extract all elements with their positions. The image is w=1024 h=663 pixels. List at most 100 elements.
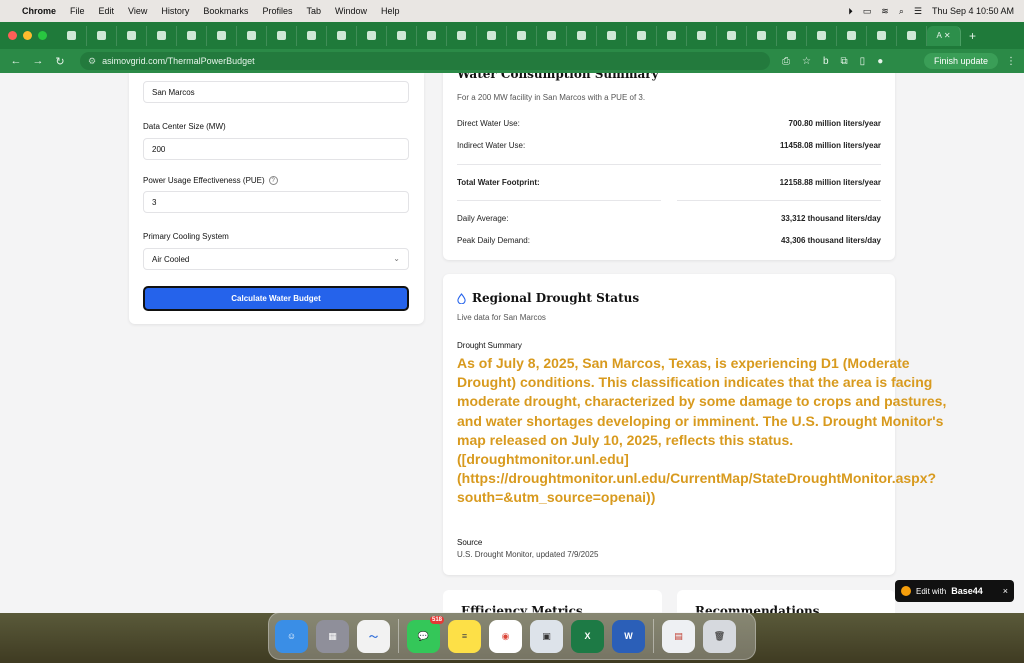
menu-history[interactable]: History — [161, 6, 189, 16]
clock[interactable]: Thu Sep 4 10:50 AM — [932, 6, 1014, 16]
extensions-icon[interactable]: ⧉ — [841, 56, 848, 67]
close-window-icon[interactable] — [8, 31, 17, 40]
browser-tab[interactable] — [237, 25, 267, 46]
browser-tab[interactable] — [897, 25, 927, 46]
excel-icon[interactable]: X — [571, 619, 604, 653]
install-icon[interactable]: ⎙ — [782, 56, 790, 67]
menu-bookmarks[interactable]: Bookmarks — [203, 6, 248, 16]
control-center-icon[interactable]: ☰ — [914, 6, 922, 17]
browser-tab[interactable] — [657, 25, 687, 46]
chrome-icon[interactable]: ◉ — [489, 619, 522, 653]
tab-favicon-icon — [757, 31, 766, 40]
tab-favicon-icon — [607, 31, 616, 40]
tab-favicon-icon — [307, 31, 316, 40]
tab-favicon-icon — [637, 31, 646, 40]
browser-tab[interactable] — [357, 25, 387, 46]
water-drop-icon — [457, 293, 466, 304]
menu-profiles[interactable]: Profiles — [262, 6, 292, 16]
play-icon[interactable]: ⏵ — [848, 6, 853, 17]
browser-tab[interactable] — [477, 25, 507, 46]
messages-badge: 518 — [429, 615, 444, 624]
browser-tab[interactable] — [147, 25, 177, 46]
tab-favicon-icon — [727, 31, 736, 40]
forward-icon[interactable]: → — [30, 55, 46, 67]
notes-icon[interactable]: ≡ — [448, 619, 481, 653]
messages-icon[interactable]: 💬 518 — [407, 615, 444, 653]
input-form-card: San Marcos Data Center Size (MW) 200 Pow… — [129, 73, 424, 324]
browser-tab[interactable] — [747, 25, 777, 46]
browser-tab[interactable] — [507, 25, 537, 46]
drought-title: Regional Drought Status — [472, 291, 640, 305]
more-menu-icon[interactable]: ⋮ — [1006, 56, 1016, 67]
browser-tab[interactable] — [597, 25, 627, 46]
menu-app-name[interactable]: Chrome — [22, 6, 56, 16]
trash-icon[interactable]: 🗑 — [703, 619, 736, 653]
back-icon[interactable]: ← — [8, 55, 24, 67]
browser-tab[interactable] — [717, 25, 747, 46]
menu-edit[interactable]: Edit — [99, 6, 115, 16]
macos-menu-bar: Chrome File Edit View History Bookmarks … — [0, 0, 1024, 22]
bookmark-star-icon[interactable]: ☆ — [802, 56, 811, 67]
browser-tab[interactable] — [327, 25, 357, 46]
close-icon[interactable]: × — [1003, 586, 1008, 596]
browser-tab[interactable] — [297, 25, 327, 46]
browser-tab[interactable] — [627, 25, 657, 46]
browser-tab[interactable] — [207, 25, 237, 46]
launchpad-icon[interactable]: ▦ — [316, 619, 349, 653]
browser-tab[interactable] — [567, 25, 597, 46]
menu-file[interactable]: File — [70, 6, 85, 16]
menu-tab[interactable]: Tab — [306, 6, 321, 16]
browser-tab[interactable] — [837, 25, 867, 46]
edit-with-base44-badge[interactable]: Edit with Base44 × — [895, 580, 1014, 602]
browser-tab[interactable] — [87, 25, 117, 46]
window-controls — [8, 31, 47, 40]
finder-icon[interactable]: ☺ — [275, 619, 308, 653]
zoom-window-icon[interactable] — [38, 31, 47, 40]
wifi-icon[interactable]: ≋ — [881, 6, 889, 17]
browser-tab[interactable] — [417, 25, 447, 46]
help-icon[interactable]: ? — [268, 176, 278, 186]
browser-tab[interactable] — [387, 25, 417, 46]
word-icon[interactable]: W — [612, 619, 645, 653]
tab-favicon-icon — [397, 31, 406, 40]
reload-icon[interactable]: ↻ — [52, 55, 68, 68]
finish-update-button[interactable]: Finish update — [923, 53, 998, 69]
side-panel-icon[interactable]: ▯ — [860, 56, 866, 67]
active-browser-tab[interactable]: A ✕ — [927, 25, 961, 46]
browser-tab[interactable] — [537, 25, 567, 46]
profile-avatar[interactable]: ● — [877, 56, 883, 67]
browser-tab[interactable] — [867, 25, 897, 46]
browser-tab[interactable] — [687, 25, 717, 46]
browser-tab[interactable] — [57, 25, 87, 46]
menu-window[interactable]: Window — [335, 6, 367, 16]
preview-icon[interactable]: ▣ — [530, 619, 563, 653]
location-input[interactable]: San Marcos — [143, 81, 409, 103]
browser-tab[interactable] — [807, 25, 837, 46]
calculate-button[interactable]: Calculate Water Budget — [143, 286, 409, 311]
size-input[interactable]: 200 — [143, 138, 409, 160]
cooling-select[interactable]: Air Cooled ⌄ — [143, 248, 409, 270]
browser-tab[interactable] — [267, 25, 297, 46]
tab-favicon-icon — [907, 31, 916, 40]
browser-tab[interactable] — [117, 25, 147, 46]
peak-demand-row: Peak Daily Demand: 43,306 thousand liter… — [457, 236, 881, 245]
water-consumption-card: Water Consumption Summary For a 200 MW f… — [443, 73, 895, 260]
drought-status-card: Regional Drought Status Live data for Sa… — [443, 274, 946, 575]
pue-input[interactable]: 3 — [143, 191, 409, 213]
browser-tab[interactable] — [777, 25, 807, 46]
url-field[interactable]: ⚙ asimovgrid.com/ThermalPowerBudget — [80, 52, 770, 70]
browser-tab[interactable] — [177, 25, 207, 46]
site-info-icon[interactable]: ⚙ — [88, 56, 96, 67]
menu-help[interactable]: Help — [381, 6, 400, 16]
pdf-document-icon[interactable]: ▤ — [662, 619, 695, 653]
menu-view[interactable]: View — [128, 6, 147, 16]
search-icon[interactable]: ⌕ — [899, 6, 904, 17]
battery-icon[interactable]: ▭ — [863, 6, 872, 17]
tab-favicon-icon — [547, 31, 556, 40]
base44-logo-icon — [901, 586, 911, 596]
new-tab-icon[interactable]: + — [969, 29, 976, 43]
browser-tab[interactable] — [447, 25, 477, 46]
freeform-icon[interactable]: 〜 — [357, 619, 390, 653]
minimize-window-icon[interactable] — [23, 31, 32, 40]
extension-b-icon[interactable]: b — [823, 56, 829, 67]
